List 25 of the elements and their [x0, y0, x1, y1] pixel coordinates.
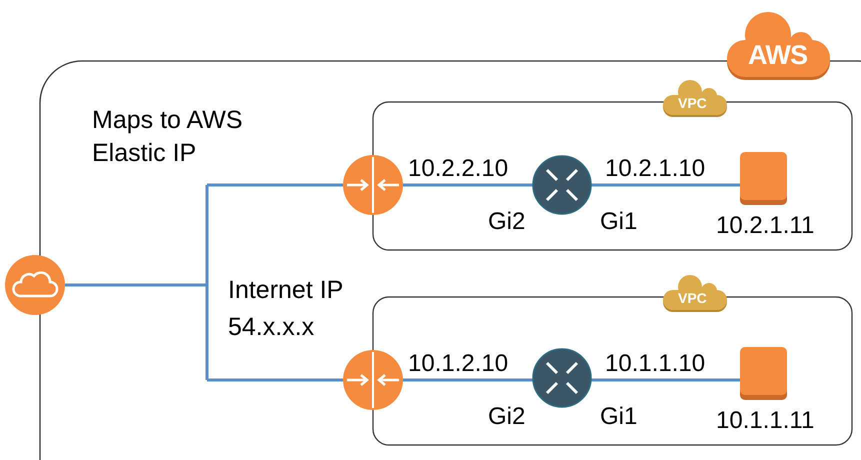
instance-icon — [740, 347, 787, 400]
interface-label: Gi1 — [600, 405, 638, 429]
instance-icon — [740, 152, 787, 205]
cloud-label: AWS — [748, 42, 808, 69]
note-text: Elastic IP — [92, 141, 196, 166]
cloud-label: VPC — [678, 291, 707, 305]
note-text: Maps to AWS — [92, 108, 243, 133]
router-icon — [532, 348, 592, 408]
interface-label: Gi2 — [488, 210, 526, 234]
ip-address: 10.1.1.10 — [605, 352, 706, 376]
note-text: Internet IP — [228, 278, 344, 303]
cloud-label: VPC — [678, 96, 707, 110]
ip-address: 10.2.1.10 — [605, 157, 706, 181]
note-text: 54.x.x.x — [228, 315, 314, 340]
ip-address: 10.1.2.10 — [408, 352, 508, 376]
interface-label: Gi1 — [600, 210, 638, 234]
cloud-icon — [5, 255, 65, 315]
ip-address: 10.2.2.10 — [408, 157, 508, 181]
ip-address: 10.1.1.11 — [716, 409, 814, 433]
gateway-icon — [343, 350, 403, 410]
router-icon — [532, 155, 592, 215]
cloud-icon — [663, 275, 727, 312]
interface-label: Gi2 — [488, 405, 526, 429]
gateway-icon — [343, 155, 403, 215]
ip-address: 10.2.1.11 — [716, 214, 814, 238]
